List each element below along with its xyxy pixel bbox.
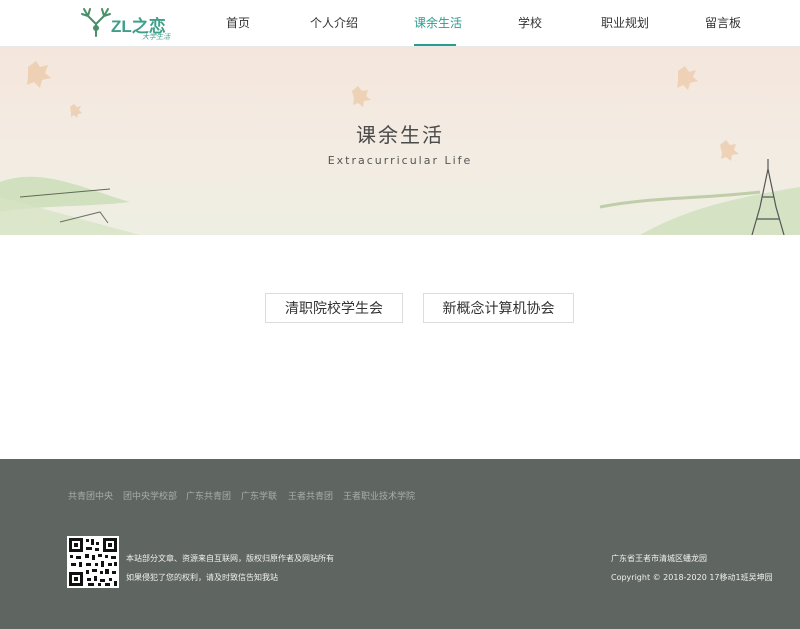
header: ZL之恋 大学生活 首页 个人介绍 课余生活 学校 职业规划 留言板 [0,0,800,47]
nav-career[interactable]: 职业规划 [601,14,649,31]
computer-association-button[interactable]: 新概念计算机协会 [423,293,574,323]
footer-address: 广东省王者市清城区蟠龙园 [611,554,707,563]
nav-active-indicator [414,44,456,46]
footer: 共青团中央 团中央学校部 广东共青团 广东学联 王者共青团 王者职业技术学院 本… [0,459,800,629]
copyright-notice-line1: 本站部分文章、资源来自互联网，版权归原作者及网站所有 [126,554,334,563]
footer-link[interactable]: 王者职业技术学院 [343,489,415,502]
banner-subtitle: Extracurricular Life [327,154,473,167]
nav-guestbook[interactable]: 留言板 [705,14,741,31]
qr-code-icon [67,536,119,588]
copyright-notice-line2: 如果侵犯了您的权利，请及时致信告知我站 [126,573,278,582]
nav-about[interactable]: 个人介绍 [310,14,358,31]
logo[interactable]: ZL之恋 大学生活 [78,6,178,42]
deer-antler-icon [81,8,111,37]
nav-extracurricular[interactable]: 课余生活 [414,14,462,31]
nav-home[interactable]: 首页 [226,14,250,31]
footer-link[interactable]: 广东学联 [241,489,277,502]
footer-link[interactable]: 广东共青团 [186,489,231,502]
footer-copyright: Copyright © 2018-2020 17移动1班吴坤园 [611,573,773,582]
nav-school[interactable]: 学校 [518,14,542,31]
banner-title: 课余生活 [356,123,444,147]
student-union-button[interactable]: 清职院校学生会 [265,293,403,323]
footer-link[interactable]: 团中央学校部 [123,489,177,502]
logo-subtitle: 大学生活 [142,33,170,41]
footer-link[interactable]: 王者共青团 [288,489,333,502]
page-banner: 课余生活 Extracurricular Life [0,47,800,235]
footer-link[interactable]: 共青团中央 [68,489,113,502]
